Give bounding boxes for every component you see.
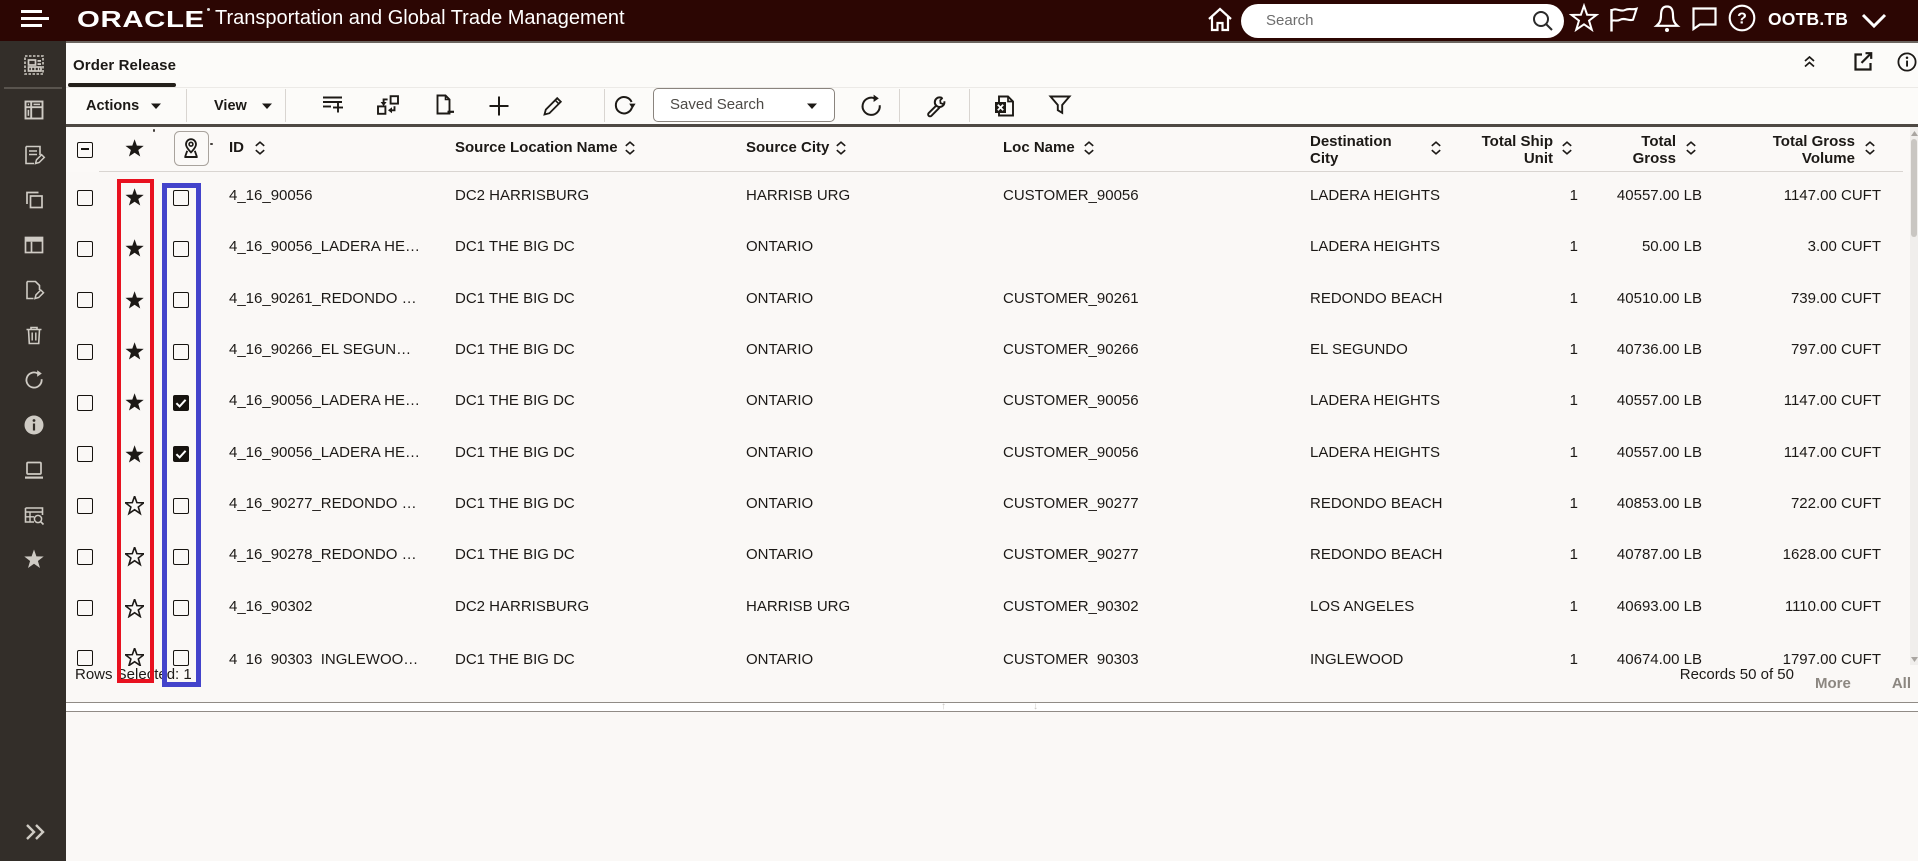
svg-text:?: ? [1737, 11, 1747, 28]
